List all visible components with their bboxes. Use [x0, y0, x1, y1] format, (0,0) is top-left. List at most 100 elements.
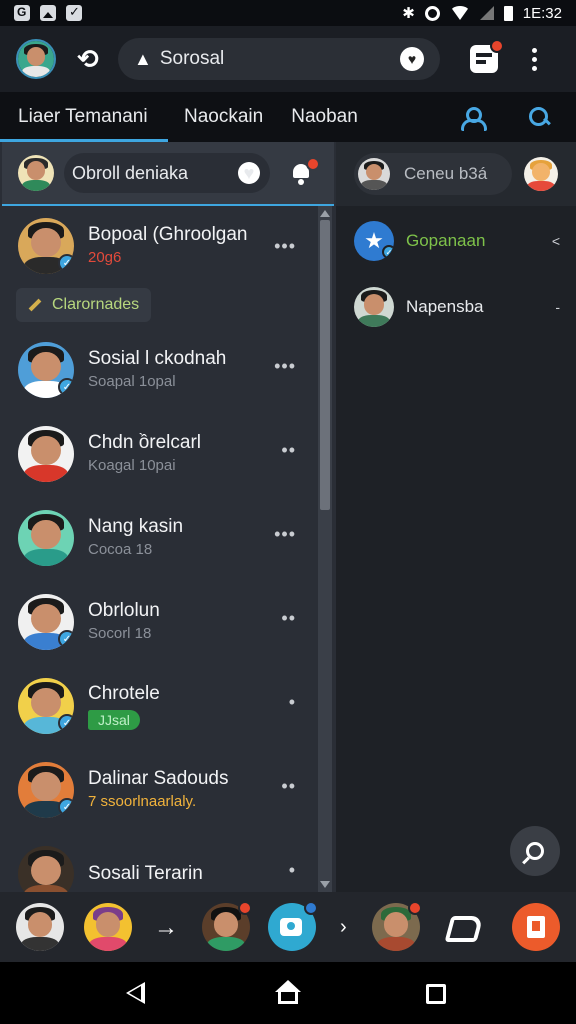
- chat-avatar: ✓: [18, 762, 74, 818]
- chat-list-item[interactable]: Sosali Terarin •: [0, 832, 316, 892]
- verified-icon: ✓: [58, 798, 74, 816]
- chat-list-item[interactable]: ✓ Sosial l ckodnah Soapal 1opal •••: [0, 328, 316, 412]
- chat-preview: 20g6: [88, 249, 122, 266]
- tab-naockain[interactable]: Naockain: [168, 92, 281, 142]
- verified-icon: ✓: [58, 714, 74, 732]
- chat-list-item[interactable]: ✓ Bopoal (Ghroolgan 20g6 •••: [0, 208, 316, 284]
- chat-name: Sosial l ckodnah: [88, 348, 227, 369]
- secondary-search-text: Ceneu b3á: [404, 164, 488, 183]
- battery-icon: [503, 5, 513, 21]
- chat-name: Sosali Terarin: [88, 863, 203, 884]
- chat-options-icon[interactable]: ••: [281, 440, 296, 461]
- search-bar[interactable]: ▲ Sorosal ♥: [118, 38, 440, 80]
- check-notification-icon: [66, 4, 82, 21]
- notification-badge: [490, 39, 504, 53]
- chat-text: Obrlolun Socorl 18: [88, 599, 160, 645]
- contact-item-napensba[interactable]: Napensba -: [354, 284, 564, 330]
- chat-avatar: [18, 846, 74, 892]
- profile-avatar[interactable]: [16, 39, 56, 79]
- section-label: Clarornades: [52, 296, 140, 313]
- chat-preview: Cocoa 18: [88, 541, 153, 558]
- dock-camera-app[interactable]: [268, 901, 318, 951]
- star-icon: ★: [364, 228, 384, 253]
- verified-icon: ✓: [58, 254, 74, 272]
- chat-avatar: ✓: [18, 594, 74, 650]
- alarm-icon: [424, 5, 440, 21]
- document-icon: [512, 903, 560, 951]
- chat-text: Sosali Terarin: [88, 862, 203, 886]
- thumb-up-icon: ▲: [134, 48, 152, 69]
- chat-name: Chdn ồrelcarl: [88, 432, 201, 453]
- dock-avatar-3[interactable]: [202, 901, 252, 951]
- tab-bar: Liaer Temanani Naockain Naoban: [0, 92, 576, 142]
- contact-avatar: [354, 287, 394, 327]
- scroll-down-arrow[interactable]: [320, 881, 330, 888]
- dock-avatar-4[interactable]: [372, 901, 422, 951]
- chat-list-item[interactable]: Nang kasin Cocoa 18 •••: [0, 496, 316, 580]
- chevron-right-icon[interactable]: ›: [340, 916, 347, 939]
- notification-bell-icon[interactable]: [288, 157, 320, 187]
- search-icon: [528, 106, 550, 128]
- more-options-icon[interactable]: [532, 47, 538, 71]
- chat-options-icon[interactable]: •••: [274, 524, 296, 545]
- app-bar: ⟲ ▲ Sorosal ♥: [0, 26, 576, 92]
- chat-avatar: ✓: [18, 342, 74, 398]
- contacts-tab-button[interactable]: [456, 102, 487, 132]
- chat-avatar: ✓: [18, 218, 74, 274]
- chat-list-item[interactable]: ✓ Dalinar Sadouds 7 ssoorlnaarlaly. ••: [0, 748, 316, 832]
- chat-options-icon[interactable]: •: [289, 692, 296, 713]
- chat-avatar: [18, 426, 74, 482]
- tab-liaer-temanani[interactable]: Liaer Temanani: [0, 92, 168, 142]
- chat-options-icon[interactable]: ••: [281, 776, 296, 797]
- section-label-chip[interactable]: Clarornades: [16, 288, 152, 322]
- chat-name: Bopoal (Ghroolgan: [88, 224, 248, 245]
- pencil-icon: [28, 298, 42, 312]
- dock-share-button[interactable]: [442, 907, 490, 955]
- group-label: Gopanaan: [406, 231, 486, 250]
- group-item-gopanaan[interactable]: ★ ✓ Gopanaan <: [354, 218, 564, 264]
- chat-name: Nang kasin: [88, 516, 184, 537]
- back-arrow-icon[interactable]: ⟲: [70, 41, 106, 77]
- dock-avatar-1[interactable]: [16, 903, 64, 951]
- tab-naoban[interactable]: Naoban: [281, 92, 376, 142]
- heart-icon[interactable]: ♥: [400, 47, 424, 71]
- chat-avatar: [18, 510, 74, 566]
- chat-list-item[interactable]: ✓ Chrotele JJsal •: [0, 664, 316, 748]
- chat-list-item[interactable]: Chdn ồrelcarl Koagal 10pai ••: [0, 412, 316, 496]
- floating-search-button[interactable]: [510, 826, 560, 876]
- chat-list-panel: Obroll deniaka ♥ ✓ Bopoal (Ghroolgan 20g6 •…: [0, 142, 336, 892]
- scroll-up-arrow[interactable]: [320, 210, 330, 217]
- chat-list-item[interactable]: ✓ Obrlolun Socorl 18 ••: [0, 580, 316, 664]
- chat-list: ✓ Bopoal (Ghroolgan 20g6 ••• Clarornades ✓ Sos…: [0, 208, 316, 892]
- emoji-avatar[interactable]: [524, 157, 558, 191]
- arrow-right-icon[interactable]: →: [154, 914, 178, 942]
- scrollbar-thumb[interactable]: [320, 220, 330, 510]
- chat-name: Dalinar Sadouds: [88, 768, 229, 789]
- recents-icon[interactable]: [426, 984, 446, 1004]
- chat-avatar: ✓: [18, 678, 74, 734]
- chat-name: Obrlolun: [88, 600, 160, 621]
- chat-search-avatar[interactable]: [18, 155, 54, 191]
- chat-preview: Soapal 1opal: [88, 373, 176, 390]
- chat-search-input[interactable]: Obroll deniaka ♥: [64, 153, 270, 193]
- secondary-search-pill[interactable]: Ceneu b3á: [354, 153, 512, 195]
- notification-badge: [306, 157, 320, 171]
- chat-options-icon[interactable]: •••: [274, 356, 296, 377]
- chat-text: Dalinar Sadouds 7 ssoorlnaarlaly.: [88, 767, 228, 813]
- search-tab-button[interactable]: [524, 102, 554, 132]
- chat-preview: Koagal 10pai: [88, 457, 176, 474]
- back-triangle-icon[interactable]: [126, 982, 145, 1004]
- chat-options-icon[interactable]: •••: [274, 236, 296, 257]
- scrollbar[interactable]: [318, 206, 332, 892]
- compose-icon[interactable]: [470, 39, 504, 73]
- home-icon[interactable]: [275, 980, 301, 1006]
- group-avatar: ★ ✓: [354, 221, 394, 261]
- chat-preview: 7 ssoorlnaarlaly.: [88, 793, 197, 810]
- dock-orange-app[interactable]: [512, 903, 560, 951]
- heart-icon[interactable]: ♥: [238, 162, 260, 184]
- chat-search-header: Obroll deniaka ♥: [2, 142, 334, 206]
- dock-avatar-2[interactable]: [84, 903, 132, 951]
- chat-options-icon[interactable]: ••: [281, 608, 296, 629]
- chevron-left-icon: <: [551, 233, 560, 249]
- chat-options-icon[interactable]: •: [289, 860, 296, 881]
